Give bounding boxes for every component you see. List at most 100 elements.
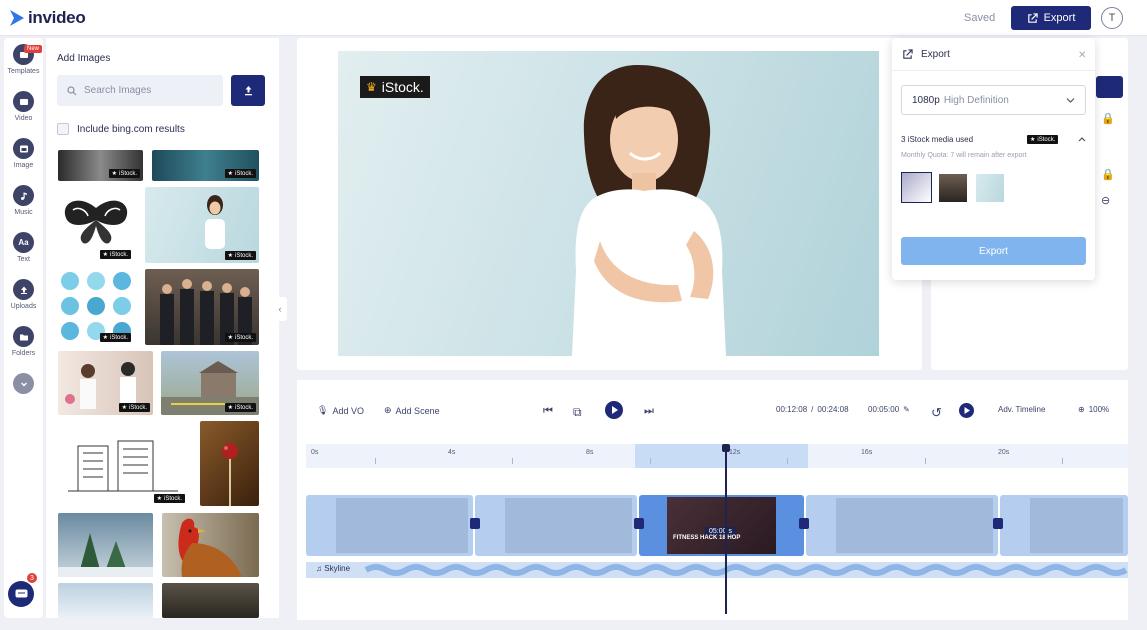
chat-button[interactable] (8, 581, 34, 607)
zoom-control[interactable]: ⊕ 100% (1078, 405, 1109, 414)
image-thumbnail[interactable] (58, 583, 153, 618)
scene-clip[interactable] (306, 495, 473, 556)
user-avatar[interactable]: T (1101, 7, 1123, 29)
history-button[interactable]: ↺ (931, 405, 942, 421)
image-thumbnail-selected[interactable]: ★ iStock. (145, 187, 259, 263)
side-navigation: Templates New Video Image Music Aa Text … (4, 38, 43, 618)
image-thumbnail[interactable]: ★ iStock. (58, 269, 135, 345)
sidebar-item-music[interactable]: Music (4, 185, 43, 216)
add-vo-button[interactable]: 🎙 Add VO (317, 405, 364, 416)
search-field[interactable] (57, 75, 223, 106)
add-scene-button[interactable]: ⊕ Add Scene (384, 405, 440, 416)
playhead[interactable] (725, 444, 727, 614)
bing-checkbox-label: Include bing.com results (77, 124, 185, 135)
transition-icon[interactable] (470, 518, 480, 529)
skip-back-button[interactable]: ⏮ (543, 405, 553, 418)
search-input[interactable] (84, 85, 214, 96)
media-thumbnail[interactable] (901, 172, 932, 203)
audio-track[interactable] (306, 562, 1128, 578)
chat-icon (15, 589, 27, 597)
ruler-tick (925, 458, 926, 464)
scene-duration[interactable]: 00:05:00 ✎ (868, 405, 910, 414)
export-button[interactable]: Export (1011, 6, 1091, 30)
sidebar-label: Text (17, 256, 30, 263)
image-thumbnail[interactable] (162, 513, 259, 577)
search-icon (67, 85, 77, 95)
sidebar-item-video[interactable]: Video (4, 91, 43, 122)
export-confirm-button[interactable]: Export (901, 237, 1086, 265)
sidebar-item-uploads[interactable]: Uploads (4, 279, 43, 310)
chevron-up-icon[interactable] (1078, 136, 1086, 142)
sidebar-label: Video (14, 115, 33, 122)
image-thumbnail[interactable]: ★ iStock. (58, 188, 135, 262)
image-thumbnail[interactable]: ★ iStock. (58, 150, 143, 181)
more-icon (13, 373, 34, 394)
istock-watermark: ♛ iStock. (360, 76, 430, 98)
play-all-button[interactable] (959, 403, 974, 418)
ruler-label: 0s (311, 449, 319, 456)
image-thumbnail[interactable]: ★ iStock. (58, 421, 188, 506)
resolution-value: 1080p (912, 94, 940, 106)
sidebar-item-image[interactable]: Image (4, 138, 43, 169)
media-used-text: 3 iStock media used (901, 135, 974, 144)
transition-icon[interactable] (799, 518, 809, 529)
scene-clip-selected[interactable] (639, 495, 804, 556)
sidebar-item-text[interactable]: Aa Text (4, 232, 43, 263)
ruler-label: 12s (729, 449, 741, 456)
istock-badge: ★ iStock. (108, 169, 140, 178)
ruler-label: 8s (586, 449, 594, 456)
media-thumbnail[interactable] (939, 174, 967, 202)
chevron-down-icon (1066, 98, 1075, 103)
divider (892, 70, 1095, 71)
media-thumbnail[interactable] (976, 174, 1004, 202)
invideo-logo[interactable]: invideo (10, 8, 86, 28)
top-bar: invideo Saved Export T (0, 0, 1147, 36)
play-button[interactable] (605, 401, 623, 419)
ruler-label: 16s (861, 449, 873, 456)
istock-badge: ★ iStock. (224, 333, 256, 342)
image-thumbnail[interactable]: ★ iStock. (145, 269, 259, 345)
image-thumbnail[interactable]: ★ iStock. (152, 150, 259, 181)
play-icon (605, 401, 623, 419)
skip-forward-icon: ⏭ (644, 405, 654, 417)
upload-button[interactable] (231, 75, 265, 106)
lock-icon[interactable]: 🔒 (1101, 112, 1115, 125)
lock-icon[interactable]: 🔒 (1101, 168, 1115, 181)
image-thumbnail[interactable] (200, 421, 259, 506)
snowy-forest-image (58, 533, 153, 577)
plus-circle-icon: ⊕ (384, 405, 392, 415)
playhead-handle[interactable] (722, 444, 730, 452)
skip-forward-button[interactable]: ⏭ (644, 405, 654, 418)
new-badge: New (24, 45, 43, 53)
microphone-icon: 🎙 (317, 405, 329, 415)
sidebar-label: Music (14, 209, 33, 216)
sidebar-item-templates[interactable]: Templates New (4, 44, 43, 75)
image-thumbnail[interactable]: ★ iStock. (161, 351, 259, 415)
scene-preview-button[interactable]: ⧉ (573, 405, 582, 420)
history-icon: ↺ (931, 405, 942, 420)
adv-timeline-link[interactable]: Adv. Timeline (998, 405, 1045, 414)
sidebar-item-more[interactable] (4, 373, 43, 394)
minus-circle-icon[interactable]: ⊖ (1101, 194, 1110, 207)
transition-icon[interactable] (634, 518, 644, 529)
scene-clip[interactable] (1000, 495, 1128, 556)
bing-checkbox[interactable] (57, 123, 69, 135)
transition-icon[interactable] (993, 518, 1003, 529)
audio-waveform (364, 564, 1128, 576)
logo-text: invideo (28, 8, 86, 27)
music-icon (13, 185, 34, 206)
close-icon[interactable]: ✕ (1078, 50, 1086, 61)
ruler-tick (1062, 458, 1063, 464)
image-thumbnail[interactable] (58, 513, 153, 577)
ruler-label: 4s (448, 449, 456, 456)
scene-clip[interactable] (475, 495, 637, 556)
collapse-panel-toggle[interactable]: ‹ (273, 297, 287, 321)
resolution-dropdown[interactable]: 1080p High Definition (901, 85, 1086, 115)
sidebar-item-folders[interactable]: Folders (4, 326, 43, 357)
panel-action-button[interactable] (1096, 76, 1123, 98)
image-thumbnail[interactable]: ★ iStock. (58, 351, 153, 415)
scene-clip[interactable] (806, 495, 998, 556)
quota-note: Monthly Quota: 7 will remain after expor… (901, 152, 1027, 159)
image-thumbnail[interactable] (162, 583, 259, 618)
istock-badge: ★ iStock. (224, 169, 256, 178)
